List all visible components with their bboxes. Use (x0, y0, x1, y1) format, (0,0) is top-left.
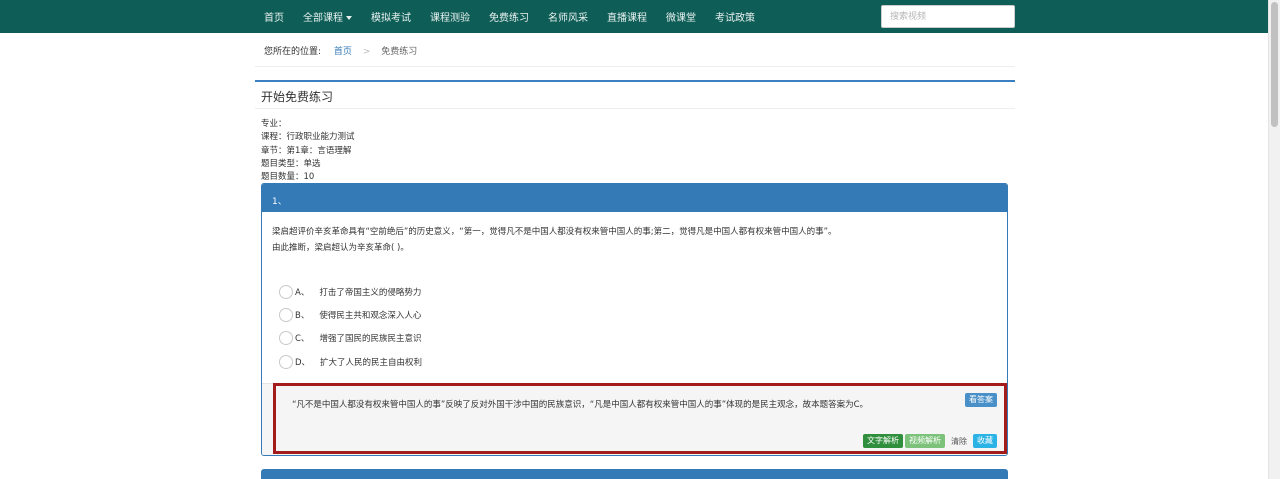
breadcrumb-separator: > (362, 47, 371, 57)
question-text-line-1: 梁启超评价辛亥革命具有“空前绝后”的历史意义，“第一，觉得凡不是中国人都没有权来… (272, 227, 837, 237)
nav-item-mock-exam[interactable]: 模拟考试 (371, 9, 411, 24)
practice-meta: 专业： 课程：行政职业能力测试 章节：第1章：言语理解 题目类型：单选 题目数量… (261, 118, 355, 184)
page-title: 开始免费练习 (261, 90, 334, 104)
nav-item-live-courses[interactable]: 直播课程 (607, 9, 647, 24)
top-navbar: 首页 全部课程 模拟考试 课程测验 免费练习 名师风采 直播课程 微课堂 考试政… (0, 0, 1268, 33)
breadcrumb-current: 免费练习 (381, 47, 418, 57)
radio-button[interactable] (279, 285, 293, 299)
meta-major: 专业： (261, 119, 287, 129)
question-text-line-2: 由此推断，梁启超认为辛亥革命( )。 (272, 243, 409, 253)
option-text: 扩大了人民的民主自由权利 (320, 358, 423, 368)
nav-item-home[interactable]: 首页 (264, 9, 284, 24)
nav-item-teachers[interactable]: 名师风采 (548, 9, 588, 24)
panel-accent-line (255, 80, 1015, 82)
option-letter: D、 (295, 358, 311, 368)
option-b[interactable]: B、 使得民主共和观念深入人心 (279, 308, 421, 322)
question-number: 1、 (262, 184, 1007, 212)
radio-button[interactable] (279, 331, 293, 345)
scrollbar-thumb[interactable] (1271, 2, 1278, 127)
nav-item-free-practice[interactable]: 免费练习 (489, 9, 529, 24)
answer-highlight-box (273, 383, 1007, 454)
caret-down-icon (346, 16, 352, 20)
divider (255, 108, 1015, 109)
page-scrollbar[interactable] (1268, 0, 1280, 479)
option-text: 增强了国民的民族民主意识 (319, 334, 422, 344)
option-a[interactable]: A、 打击了帝国主义的侵略势力 (279, 285, 421, 299)
meta-type: 题目类型：单选 (261, 158, 321, 169)
meta-chapter: 章节：第1章：言语理解 (261, 145, 352, 156)
option-text: 使得民主共和观念深入人心 (319, 311, 422, 321)
next-question-card-header (261, 469, 1008, 479)
breadcrumb: 您所在的位置: 首页 > 免费练习 (264, 44, 417, 57)
radio-button[interactable] (279, 308, 293, 322)
option-d[interactable]: D、 扩大了人民的民主自由权利 (279, 355, 422, 369)
nav-item-course-quiz[interactable]: 课程测验 (430, 9, 470, 24)
nav-item-micro-class[interactable]: 微课堂 (666, 9, 696, 24)
nav-item-exam-policy[interactable]: 考试政策 (715, 9, 755, 24)
meta-course: 课程：行政职业能力测试 (261, 132, 355, 143)
search-video-input[interactable] (881, 5, 1015, 28)
nav-menu: 首页 全部课程 模拟考试 课程测验 免费练习 名师风采 直播课程 微课堂 考试政… (264, 0, 774, 33)
option-c[interactable]: C、 增强了国民的民族民主意识 (279, 331, 421, 345)
option-letter: B、 (295, 311, 310, 321)
option-letter: C、 (295, 334, 310, 344)
breadcrumb-label: 您所在的位置: (264, 47, 322, 57)
option-letter: A、 (295, 288, 310, 298)
nav-item-all-courses-label: 全部课程 (303, 13, 343, 24)
nav-item-all-courses[interactable]: 全部课程 (303, 9, 352, 24)
option-text: 打击了帝国主义的侵略势力 (319, 288, 422, 298)
divider (255, 66, 1015, 67)
radio-button[interactable] (279, 355, 293, 369)
question-text: 梁启超评价辛亥革命具有“空前绝后”的历史意义，“第一，觉得凡不是中国人都没有权来… (272, 224, 837, 256)
breadcrumb-home-link[interactable]: 首页 (334, 47, 352, 57)
